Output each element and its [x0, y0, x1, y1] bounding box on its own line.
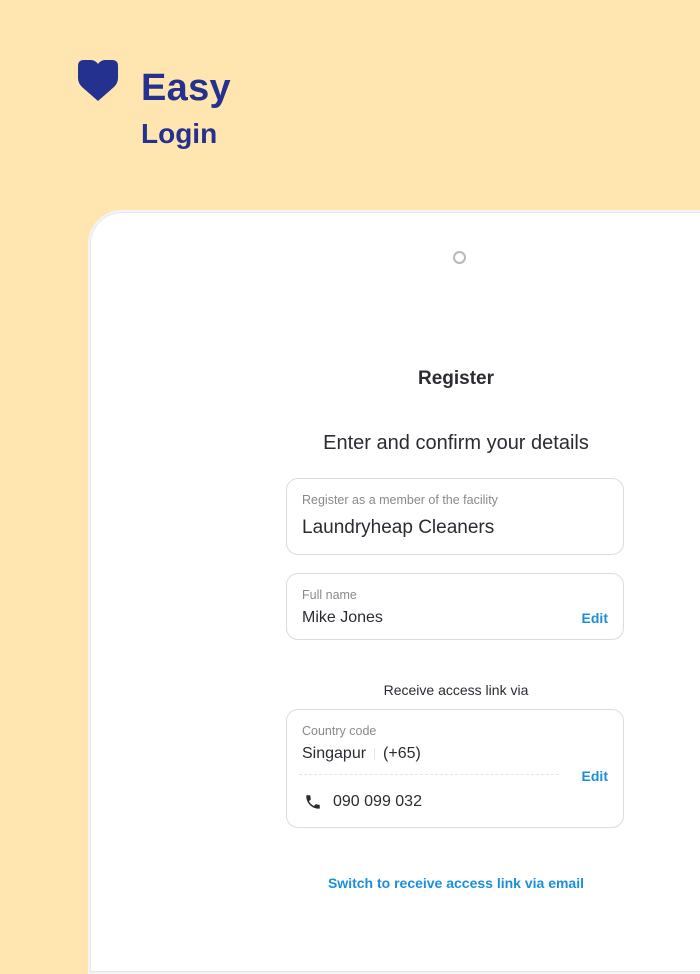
switch-to-email-link[interactable]: Switch to receive access link via email [286, 875, 626, 891]
facility-label: Register as a member of the facility [302, 493, 498, 507]
facility-value: Laundryheap Cleaners [302, 517, 495, 538]
country-code-label: Country code [302, 724, 377, 738]
phone-icon [306, 795, 320, 809]
full-name-value: Mike Jones [302, 609, 383, 626]
access-link-label: Receive access link via [383, 682, 529, 698]
full-name-card: Full name Mike Jones Edit [286, 573, 624, 640]
heart-logo-icon [78, 60, 118, 101]
page-title: Register [417, 368, 495, 389]
brand-subtitle: Login [141, 118, 218, 149]
phone-number-value: 090 099 032 [333, 793, 422, 810]
field-divider [299, 774, 559, 775]
phone-card: Country code Singapur (+65) 090 099 032 E… [286, 709, 624, 828]
page-subtitle: Enter and confirm your details [323, 432, 589, 454]
full-name-label: Full name [302, 588, 357, 602]
facility-card: Register as a member of the facility Lau… [286, 478, 624, 555]
country-name: Singapur [302, 745, 367, 762]
edit-full-name-button[interactable]: Edit [582, 610, 608, 626]
edit-phone-button[interactable]: Edit [582, 768, 608, 784]
country-code-value: Singapur (+65) [302, 745, 421, 763]
country-separator [374, 747, 376, 760]
front-camera [453, 251, 466, 264]
country-dial-code: (+65) [383, 745, 421, 762]
brand-title: Easy [141, 67, 231, 109]
